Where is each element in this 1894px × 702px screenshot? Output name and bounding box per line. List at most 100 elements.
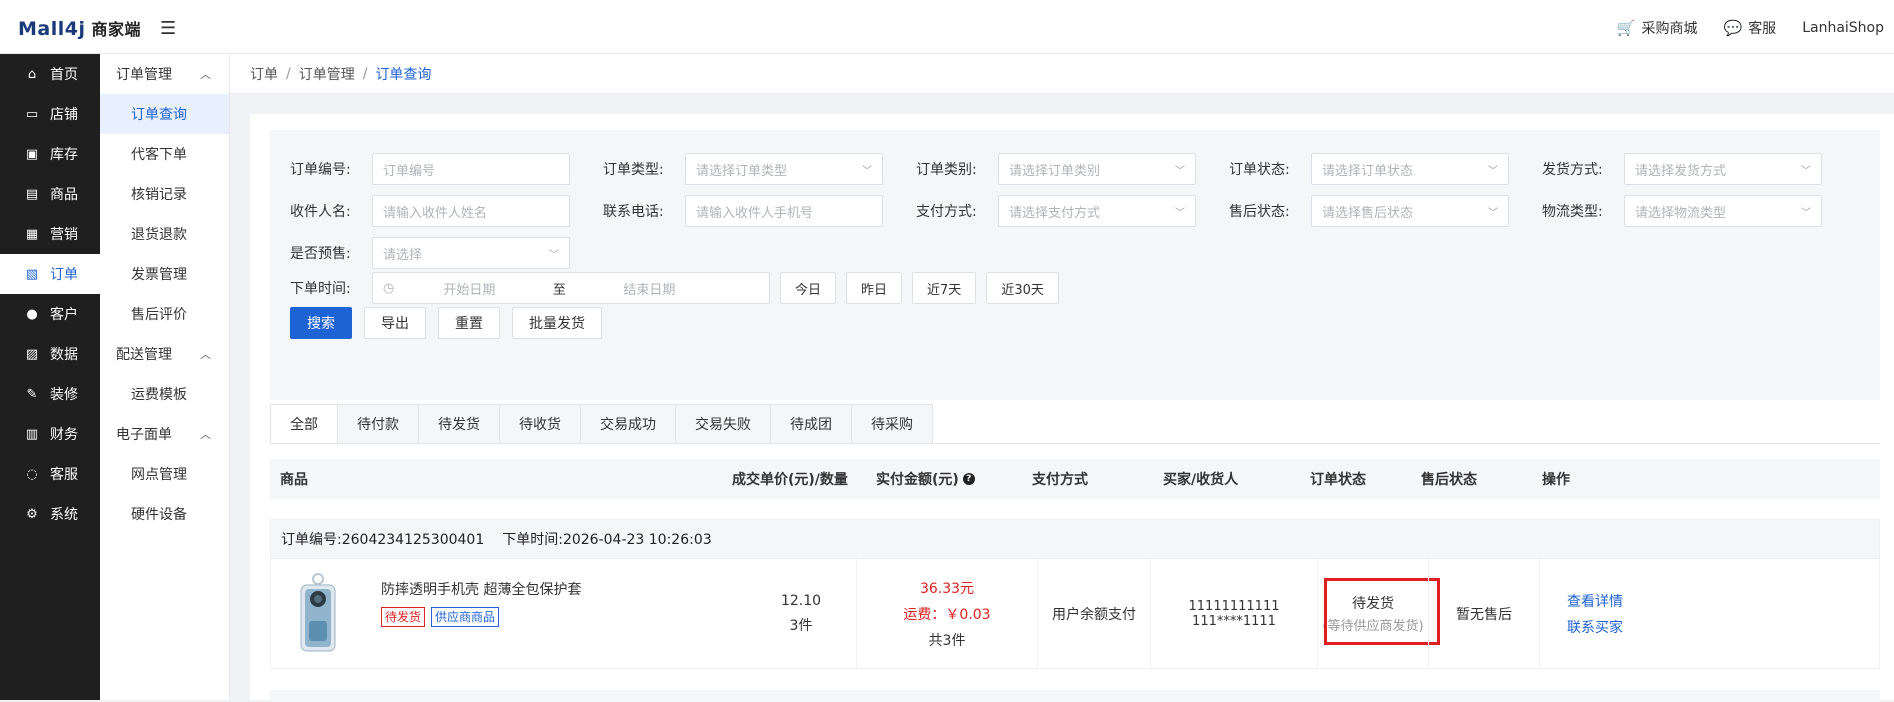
subnav-item-proxy-order[interactable]: 代客下单 [100, 134, 229, 174]
tab-pending-group[interactable]: 待成团 [771, 404, 852, 444]
logo-text: Mall4j [18, 18, 86, 40]
order-category-select[interactable]: 请选择订单类别 ﹀ [998, 153, 1196, 185]
end-date[interactable]: 结束日期 [574, 279, 724, 298]
tab-all[interactable]: 全部 [270, 404, 338, 444]
last-7-days-button[interactable]: 近7天 [912, 272, 977, 304]
subnav-item-hardware[interactable]: 硬件设备 [100, 494, 229, 534]
menu-toggle-icon[interactable]: ☰ [160, 18, 176, 39]
subnav-group-order-management[interactable]: 订单管理 ︿ [100, 54, 229, 94]
subnav-item-verification-records[interactable]: 核销记录 [100, 174, 229, 214]
main-content: 订单编号: 订单编号 订单类型: 请选择订单类型 ﹀ 订单类别: 请选择订单类别 ﹀ 订单… [250, 114, 1894, 702]
recipient-name-input[interactable]: 请输入收件人姓名 [372, 195, 570, 227]
tab-pending-shipment[interactable]: 待发货 [419, 404, 500, 444]
last-30-days-button[interactable]: 近30天 [986, 272, 1059, 304]
yesterday-button[interactable]: 昨日 [846, 272, 903, 304]
chevron-down-icon: ﹀ [1488, 207, 1498, 219]
phone-input[interactable]: 请输入收件人手机号 [685, 195, 883, 227]
contact-buyer-link[interactable]: 联系买家 [1567, 617, 1623, 637]
breadcrumb-separator: / [362, 65, 368, 82]
tab-success[interactable]: 交易成功 [581, 404, 676, 444]
subnav-item-shipping-template[interactable]: 运费模板 [100, 374, 229, 414]
subnav-item-outlets[interactable]: 网点管理 [100, 454, 229, 494]
subnav-item-reviews[interactable]: 售后评价 [100, 294, 229, 334]
sidebar-item-decoration[interactable]: ✎ 装修 [0, 374, 100, 414]
breadcrumb: 订单 / 订单管理 / 订单查询 [230, 54, 1894, 94]
sidebar-item-finance[interactable]: ▥ 财务 [0, 414, 100, 454]
logistics-type-select[interactable]: 请选择物流类型 ﹀ [1624, 195, 1822, 227]
sidebar-item-system[interactable]: ⚙ 系统 [0, 494, 100, 534]
date-range-picker[interactable]: ◷ 开始日期 至 结束日期 [372, 272, 770, 304]
breadcrumb-item[interactable]: 订单 [250, 64, 278, 84]
customer-service-link[interactable]: 💬 客服 [1724, 18, 1777, 38]
breadcrumb-item[interactable]: 订单管理 [299, 64, 355, 84]
chevron-down-icon: ﹀ [549, 249, 559, 261]
sidebar-item-label: 订单 [50, 267, 78, 283]
reset-button[interactable]: 重置 [438, 307, 500, 339]
unit-price: 12.10 [780, 592, 822, 609]
export-button[interactable]: 导出 [364, 307, 426, 339]
column-header-paid: 实付金额(元)? [876, 459, 975, 499]
chevron-down-icon: ﹀ [1801, 207, 1811, 219]
paid-amount: 36.33元 [919, 580, 975, 597]
filter-label: 订单类别: [916, 162, 977, 178]
chat-icon: 💬 [1723, 19, 1743, 37]
order-header: 订单编号:2604234125300401 下单时间:2026-04-23 10… [270, 519, 1880, 559]
view-details-link[interactable]: 查看详情 [1567, 591, 1623, 611]
sidebar-item-marketing[interactable]: ▦ 营销 [0, 214, 100, 254]
presale-select[interactable]: 请选择 ﹀ [372, 237, 570, 269]
subnav-item-order-query[interactable]: 订单查询 [100, 94, 229, 134]
sidebar-item-orders[interactable]: ▧ 订单 [0, 254, 100, 294]
tab-pending-payment[interactable]: 待付款 [338, 404, 419, 444]
placeholder: 请选择 [383, 247, 423, 263]
product-name[interactable]: 防摔透明手机壳 超薄全包保护套 [381, 579, 581, 599]
sidebar-item-inventory[interactable]: ▣ 库存 [0, 134, 100, 174]
placeholder: 请输入收件人姓名 [383, 205, 488, 221]
purchase-mall-link[interactable]: 🛒 采购商城 [1617, 18, 1698, 38]
gift-icon: ▦ [25, 226, 39, 242]
sidebar-item-goods[interactable]: ▤ 商品 [0, 174, 100, 214]
sidebar-item-home[interactable]: ⌂ 首页 [0, 54, 100, 94]
filter-label: 订单状态: [1229, 162, 1290, 178]
tab-failed[interactable]: 交易失败 [676, 404, 771, 444]
search-button[interactable]: 搜索 [290, 307, 352, 339]
order-type-select[interactable]: 请选择订单类型 ﹀ [685, 153, 883, 185]
sidebar-item-data[interactable]: ▨ 数据 [0, 334, 100, 374]
sidebar-item-service[interactable]: ◌ 客服 [0, 454, 100, 494]
sidebar-item-label: 系统 [50, 507, 78, 523]
subnav-item-invoices[interactable]: 发票管理 [100, 254, 229, 294]
placeholder: 请选择订单类型 [696, 163, 788, 179]
placeholder: 请选择物流类型 [1635, 205, 1727, 221]
payment-method: 用户余额支付 [1052, 606, 1136, 623]
today-button[interactable]: 今日 [780, 272, 837, 304]
sidebar-item-shop[interactable]: ▭ 店铺 [0, 94, 100, 134]
placeholder: 请选择售后状态 [1322, 205, 1414, 221]
sidebar-item-label: 客服 [50, 467, 78, 483]
user-icon: ● [26, 306, 38, 322]
delivery-method-select[interactable]: 请选择发货方式 ﹀ [1624, 153, 1822, 185]
tab-pending-receipt[interactable]: 待收货 [500, 404, 581, 444]
subnav-group-waybill[interactable]: 电子面单 ︿ [100, 414, 229, 454]
buyer-phone: 111****1111 [1192, 613, 1276, 629]
filter-label: 支付方式: [916, 204, 977, 220]
filter-label: 收件人名: [290, 204, 351, 220]
supplier-badge: 供应商商品 [431, 607, 500, 627]
order-status-select[interactable]: 请选择订单状态 ﹀ [1311, 153, 1509, 185]
order-tabs: 全部 待付款 待发货 待收货 交易成功 交易失败 待成团 待采购 [270, 404, 933, 444]
start-date[interactable]: 开始日期 [394, 279, 544, 298]
tab-pending-purchase[interactable]: 待采购 [852, 404, 933, 444]
order-number-input[interactable]: 订单编号 [372, 153, 570, 185]
payment-method-select[interactable]: 请选择支付方式 ﹀ [998, 195, 1196, 227]
sidebar-item-customers[interactable]: ● 客户 [0, 294, 100, 334]
after-sale-status-select[interactable]: 请选择售后状态 ﹀ [1311, 195, 1509, 227]
product-image[interactable] [291, 571, 345, 655]
help-icon[interactable]: ? [962, 473, 975, 485]
user-menu[interactable]: LanhaiShop [1802, 20, 1884, 36]
subnav-group-delivery[interactable]: 配送管理 ︿ [100, 334, 229, 374]
batch-ship-button[interactable]: 批量发货 [512, 307, 602, 339]
cart-icon: 🛒 [1616, 19, 1636, 37]
chevron-up-icon: ︿ [200, 348, 211, 361]
subnav-item-returns[interactable]: 退货退款 [100, 214, 229, 254]
subnav-group-label: 订单管理 [116, 67, 172, 83]
chevron-up-icon: ︿ [200, 68, 211, 81]
logo[interactable]: Mall4j 商家端 [18, 16, 141, 40]
